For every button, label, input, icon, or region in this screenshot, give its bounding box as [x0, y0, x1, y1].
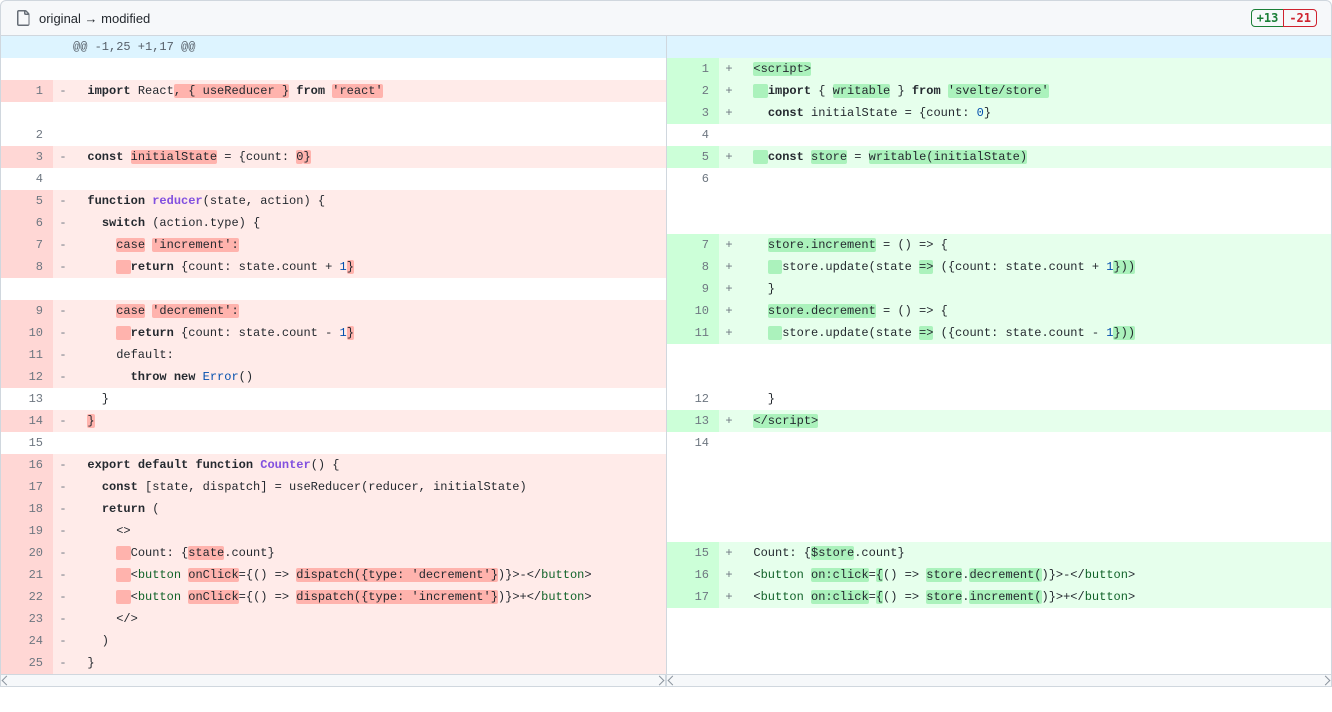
diff-line: 15: [1, 432, 666, 454]
file-icon: [15, 10, 31, 26]
diff-line: 5- function reducer(state, action) {: [1, 190, 666, 212]
diff-line: 12- throw new Error(): [1, 366, 666, 388]
diff-line: 12 }: [667, 388, 1331, 410]
diff-line: 20- Count: {state.count}: [1, 542, 666, 564]
diff-line: 4: [667, 124, 1331, 146]
diff-line: 4: [1, 168, 666, 190]
diff-line: 5+ const store = writable(initialState): [667, 146, 1331, 168]
diff-line: 19- <>: [1, 520, 666, 542]
diff-line: [1, 102, 666, 124]
diff-line: 11- default:: [1, 344, 666, 366]
diff-line: 16- export default function Counter() {: [1, 454, 666, 476]
diff-line: 7- case 'increment':: [1, 234, 666, 256]
diff-line: [667, 212, 1331, 234]
diff-line: 25- }: [1, 652, 666, 674]
diff-line: 18- return (: [1, 498, 666, 520]
diff-line: 21- <button onClick={() => dispatch({typ…: [1, 564, 666, 586]
diff-line: 6- switch (action.type) {: [1, 212, 666, 234]
diff-line: 14- }: [1, 410, 666, 432]
diff-line: 2: [1, 124, 666, 146]
diff-line: 23- </>: [1, 608, 666, 630]
diff-line: [667, 344, 1331, 366]
diff-line: 13+ </script>: [667, 410, 1331, 432]
diff-line: 13 }: [1, 388, 666, 410]
diff-grid: @@ -1,25 +1,17 @@ 1- import React, { useR…: [0, 36, 1332, 675]
diff-line: 1- import React, { useReducer } from 're…: [1, 80, 666, 102]
diff-right-column[interactable]: 1+ <script>2+ import { writable } from '…: [666, 36, 1332, 675]
diff-line: 8- return {count: state.count + 1}: [1, 256, 666, 278]
scrollbar-left[interactable]: [0, 675, 666, 687]
diff-line: 10- return {count: state.count - 1}: [1, 322, 666, 344]
deletions-badge: -21: [1283, 9, 1317, 27]
diff-line: 8+ store.update(state => ({count: state.…: [667, 256, 1331, 278]
diff-line: 15+ Count: {$store.count}: [667, 542, 1331, 564]
diff-line: 3- const initialState = {count: 0}: [1, 146, 666, 168]
diff-line: 9+ }: [667, 278, 1331, 300]
diff-title: original → modified: [39, 11, 150, 26]
diff-line: [667, 652, 1331, 674]
diff-line: 10+ store.decrement = () => {: [667, 300, 1331, 322]
hunk-header: @@ -1,25 +1,17 @@: [1, 36, 666, 58]
diff-line: [667, 454, 1331, 476]
diff-line: 22- <button onClick={() => dispatch({typ…: [1, 586, 666, 608]
diff-line: [667, 498, 1331, 520]
diff-line: 11+ store.update(state => ({count: state…: [667, 322, 1331, 344]
diff-line: 1+ <script>: [667, 58, 1331, 80]
diff-line: 17- const [state, dispatch] = useReducer…: [1, 476, 666, 498]
additions-badge: +13: [1251, 9, 1285, 27]
diff-line: 14: [667, 432, 1331, 454]
diff-line: 3+ const initialState = {count: 0}: [667, 102, 1331, 124]
diff-line: 6: [667, 168, 1331, 190]
diff-line: [667, 630, 1331, 652]
diff-line: 7+ store.increment = () => {: [667, 234, 1331, 256]
diff-line: 9- case 'decrement':: [1, 300, 666, 322]
diff-line: 17+ <button on:click={() => store.increm…: [667, 586, 1331, 608]
diff-left-column[interactable]: @@ -1,25 +1,17 @@ 1- import React, { useR…: [0, 36, 666, 675]
diff-line: 2+ import { writable } from 'svelte/stor…: [667, 80, 1331, 102]
diff-line: [667, 608, 1331, 630]
diff-line: [667, 190, 1331, 212]
diff-line: [667, 366, 1331, 388]
hunk-header: [667, 36, 1331, 58]
diff-header: original → modified +13 -21: [0, 0, 1332, 36]
diff-line: [667, 476, 1331, 498]
diff-line: 16+ <button on:click={() => store.decrem…: [667, 564, 1331, 586]
diff-line: [1, 58, 666, 80]
diff-line: [667, 520, 1331, 542]
diff-line: [1, 278, 666, 300]
scrollbar-right[interactable]: [666, 675, 1332, 687]
diff-stats: +13 -21: [1251, 9, 1317, 27]
diff-line: 24- ): [1, 630, 666, 652]
